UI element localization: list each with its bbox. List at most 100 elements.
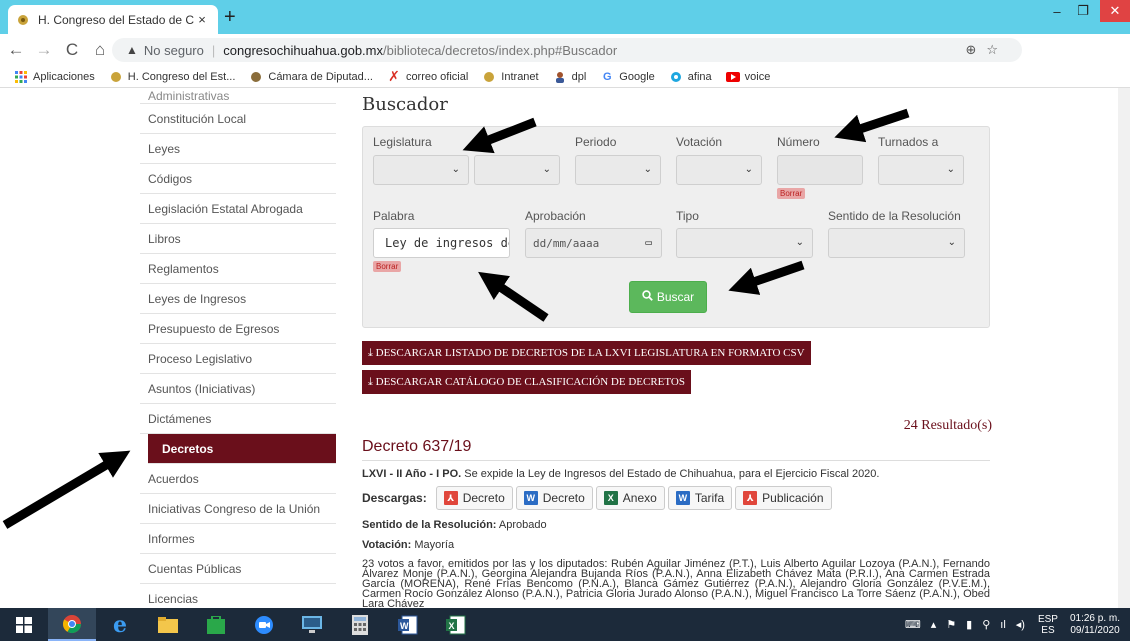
bookmark-afina[interactable]: afina (669, 70, 712, 84)
warning-triangle-icon[interactable]: ▲ (126, 43, 138, 57)
sidebar-item-dictamenes[interactable]: Dictámenes (140, 404, 336, 434)
page-scrollbar[interactable] (1118, 88, 1130, 608)
windows-start-icon[interactable] (0, 608, 48, 641)
bookmark-camara[interactable]: Cámara de Diputad... (249, 70, 373, 84)
monitor-app-icon[interactable] (288, 608, 336, 641)
decreto-title[interactable]: Decreto 637/19 (362, 438, 471, 456)
back-arrow-icon[interactable]: ← (4, 40, 28, 60)
aprobacion-date-input[interactable]: dd/mm/aaaa ▭ (525, 228, 662, 258)
sidebar-item-presupuesto[interactable]: Presupuesto de Egresos (140, 314, 336, 344)
buscar-label: Buscar (656, 290, 695, 304)
word-taskbar-icon[interactable]: W (384, 608, 432, 641)
tray-expand-icon[interactable]: ▴ (931, 618, 937, 631)
calculator-icon[interactable] (336, 608, 384, 641)
label-votacion: Votación (676, 135, 723, 149)
sidebar-item-cuentas-publicas[interactable]: Cuentas Públicas (140, 554, 336, 584)
maximize-button[interactable]: ❐ (1070, 0, 1096, 22)
download-csv-button[interactable]: ⤓ DESCARGAR LISTADO DE DECRETOS DE LA LX… (362, 341, 811, 365)
bookmark-congreso[interactable]: H. Congreso del Est... (109, 70, 235, 84)
language-indicator[interactable]: ESP ES (1038, 614, 1058, 636)
chevron-down-icon: ⌄ (451, 164, 460, 175)
tarifa-word-button[interactable]: W Tarifa (667, 486, 733, 510)
numero-borrar-button[interactable]: Borrar (777, 188, 806, 199)
sidebar-item-reglamentos[interactable]: Reglamentos (140, 254, 336, 284)
person-icon (553, 70, 567, 84)
bookmark-intranet[interactable]: Intranet (482, 70, 539, 84)
clock-date: 09/11/2020 (1070, 624, 1120, 636)
numero-input[interactable] (777, 155, 863, 185)
forward-arrow-icon[interactable]: → (32, 40, 56, 60)
sidebar-item-administrativas[interactable]: Administrativas (140, 88, 336, 104)
download-catalogo-button[interactable]: ⤓ DESCARGAR CATÁLOGO DE CLASIFICACIÓN DE… (362, 370, 691, 394)
chevron-down-icon: ⌄ (744, 164, 753, 175)
publicacion-pdf-button[interactable]: ⅄ Publicación (735, 486, 832, 510)
sidebar-item-acuerdos[interactable]: Acuerdos (140, 464, 336, 494)
bookmark-label: correo oficial (405, 70, 469, 83)
sidebar-item-libros[interactable]: Libros (140, 224, 336, 254)
sidebar-item-leyes-ingresos[interactable]: Leyes de Ingresos (140, 284, 336, 314)
sidebar-item-decretos[interactable]: Decretos (148, 434, 336, 464)
votacion-value: Mayoría (411, 539, 455, 551)
sidebar-item-iniciativas-union[interactable]: Iniciativas Congreso de la Unión (140, 494, 336, 524)
taskbar-clock[interactable]: 01:26 p. m. 09/11/2020 (1070, 613, 1120, 637)
volume-icon[interactable]: ◂) (1016, 618, 1025, 631)
sidebar-item-licencias[interactable]: Licencias (140, 584, 336, 608)
close-window-button[interactable]: ✕ (1100, 0, 1130, 22)
palabra-borrar-button[interactable]: Borrar (373, 261, 402, 272)
votacion-select[interactable]: ⌄ (676, 155, 762, 185)
buscar-button[interactable]: Buscar (629, 281, 707, 313)
legislatura-select[interactable]: ⌄ (373, 155, 469, 185)
tipo-select[interactable]: ⌄ (676, 228, 813, 258)
sidebar-item-asuntos[interactable]: Asuntos (Iniciativas) (140, 374, 336, 404)
sentido-select[interactable]: ⌄ (828, 228, 965, 258)
url-path: /biblioteca/decretos/index.php#Buscador (383, 42, 618, 58)
sidebar-item-codigos[interactable]: Códigos (140, 164, 336, 194)
svg-text:X: X (449, 621, 455, 631)
periodo-select[interactable]: ⌄ (575, 155, 661, 185)
minimize-button[interactable]: – (1044, 0, 1070, 22)
sidebar-item-constitucion[interactable]: Constitución Local (140, 104, 336, 134)
zoom-star-icons[interactable]: ⊕☆ (965, 42, 1008, 58)
turnados-select[interactable]: ⌄ (878, 155, 964, 185)
tab-close-icon[interactable]: × (194, 12, 210, 27)
keyboard-icon[interactable]: ⌨ (905, 618, 921, 631)
congreso-icon (482, 70, 496, 84)
reload-icon[interactable]: C (60, 40, 84, 60)
browser-tab[interactable]: H. Congreso del Estado de Chihu × (8, 5, 218, 34)
address-bar[interactable]: ▲ No seguro | congresochihuahua.gob.mx /… (112, 38, 1022, 62)
new-tab-button[interactable]: + (224, 7, 236, 27)
date-placeholder: dd/mm/aaaa (533, 236, 600, 250)
chevron-down-icon: ⌄ (947, 237, 956, 248)
bookmark-google[interactable]: G Google (600, 70, 655, 84)
bookmark-voice[interactable]: voice (725, 70, 770, 84)
sidebar-item-leyes[interactable]: Leyes (140, 134, 336, 164)
network-warning-icon[interactable]: ⚑ (946, 618, 956, 631)
decreto-word-button[interactable]: W Decreto (515, 486, 593, 510)
bookmark-dpl[interactable]: dpl (553, 70, 586, 84)
usb-icon[interactable]: ⚲ (982, 618, 990, 631)
label-aprobacion: Aprobación (525, 209, 586, 223)
chrome-taskbar-icon[interactable] (48, 608, 96, 641)
button-label: Anexo (622, 491, 657, 505)
battery-icon[interactable]: ▮ (966, 618, 972, 631)
signal-icon[interactable]: ıl (1000, 619, 1006, 631)
bookmark-aplicaciones[interactable]: Aplicaciones (14, 70, 95, 84)
bookmark-label: afina (687, 70, 712, 83)
sidebar-item-legislacion-abrogada[interactable]: Legislación Estatal Abrogada (140, 194, 336, 224)
pdf-icon: ⅄ (443, 491, 458, 505)
zoom-app-icon[interactable] (240, 608, 288, 641)
sidebar-item-informes[interactable]: Informes (140, 524, 336, 554)
congreso-icon (109, 70, 123, 84)
legislatura-year-select[interactable]: ⌄ (474, 155, 560, 185)
anexo-excel-button[interactable]: X Anexo (595, 486, 665, 510)
file-explorer-icon[interactable] (144, 608, 192, 641)
palabra-input[interactable]: Ley de ingresos del es (373, 228, 510, 258)
home-icon[interactable]: ⌂ (88, 40, 112, 60)
internet-explorer-icon[interactable]: e (96, 608, 144, 641)
store-icon[interactable] (192, 608, 240, 641)
excel-taskbar-icon[interactable]: X (432, 608, 480, 641)
sidebar-item-proceso-legislativo[interactable]: Proceso Legislativo (140, 344, 336, 374)
calendar-icon[interactable]: ▭ (645, 236, 652, 249)
bookmark-correo[interactable]: ✗ correo oficial (387, 68, 469, 84)
decreto-pdf-button[interactable]: ⅄ Decreto (435, 486, 513, 510)
